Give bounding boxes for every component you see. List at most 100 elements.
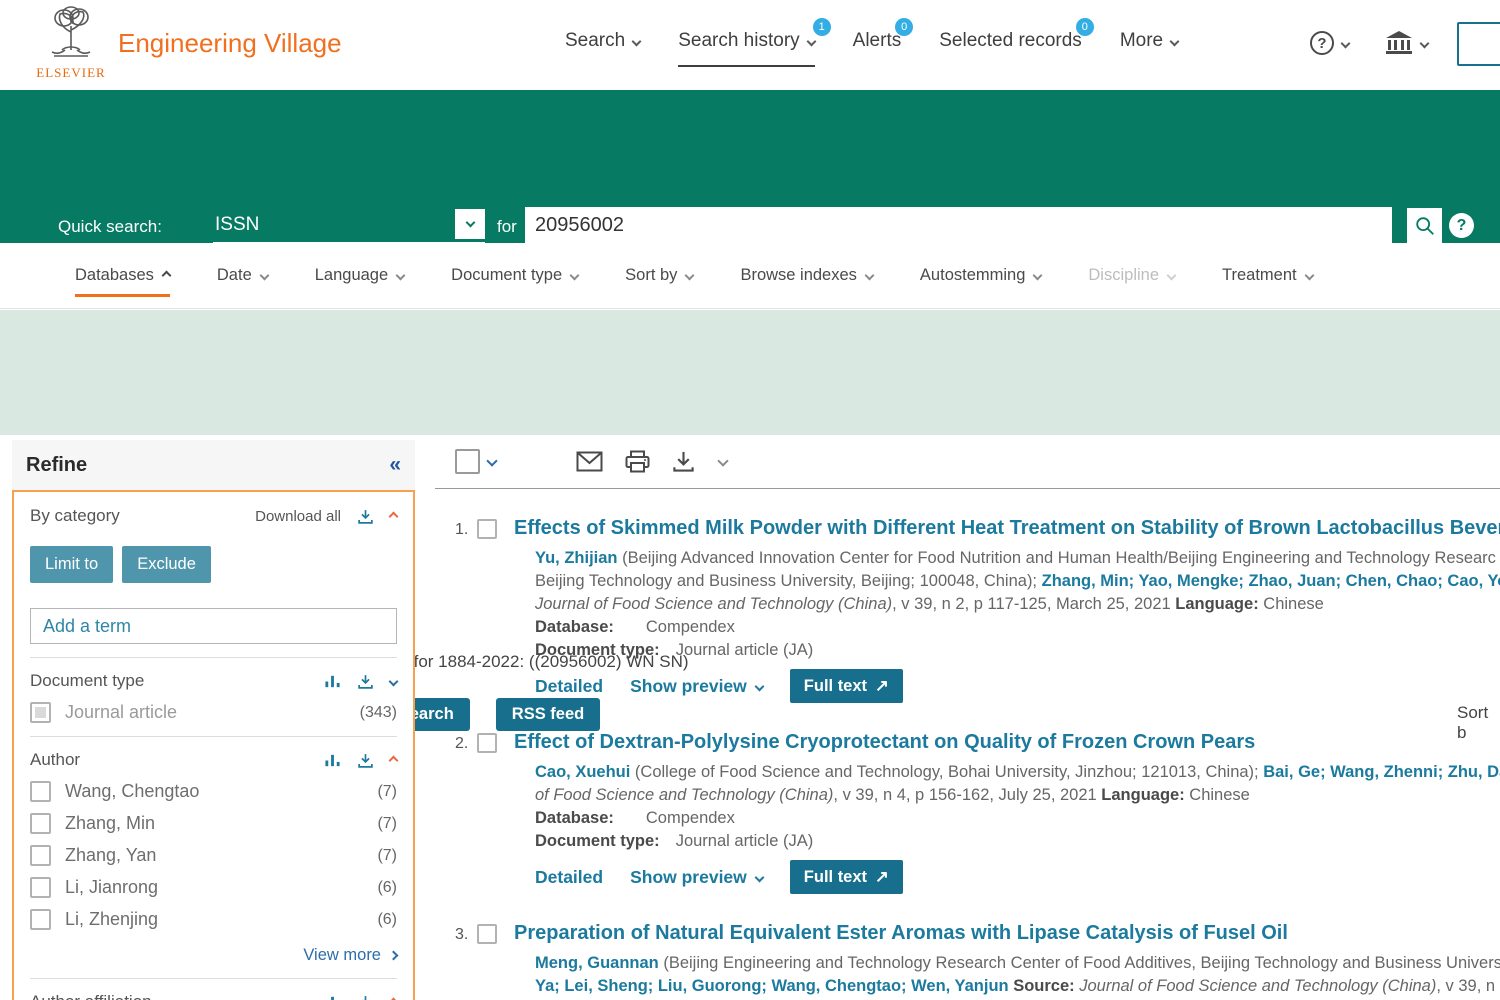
result-title-link[interactable]: Effects of Skimmed Milk Powder with Diff… bbox=[514, 517, 1500, 540]
chevron-up-icon[interactable] bbox=[389, 755, 399, 765]
exclude-button[interactable]: Exclude bbox=[122, 546, 211, 583]
elsevier-tree-icon bbox=[35, 6, 107, 64]
chevron-down-icon bbox=[465, 218, 475, 228]
download-icon[interactable] bbox=[357, 673, 374, 690]
result-item: 2. Effect of Dextran-Polylysine Cryoprot… bbox=[435, 731, 1500, 894]
chevron-down-icon bbox=[1341, 38, 1351, 48]
author-label: Author bbox=[30, 750, 80, 770]
elsevier-logo-caption: ELSEVIER bbox=[35, 65, 107, 81]
email-icon[interactable] bbox=[576, 451, 603, 472]
chevron-up-icon[interactable] bbox=[389, 511, 399, 521]
chevron-down-icon[interactable] bbox=[389, 676, 399, 686]
download-all-label[interactable]: Download all bbox=[255, 508, 341, 525]
tab-sort-by[interactable]: Sort by bbox=[625, 266, 693, 285]
view-more-link[interactable]: View more bbox=[30, 946, 397, 965]
collapse-sidebar-icon[interactable]: « bbox=[389, 453, 401, 477]
chevron-down-icon bbox=[685, 271, 695, 281]
for-label: for bbox=[497, 217, 517, 237]
full-text-button[interactable]: Full text↗ bbox=[790, 669, 903, 703]
filter-tabs: Databases Date Language Document type So… bbox=[0, 243, 1500, 309]
author-links[interactable]: Ya; Lei, Sheng; Liu, Guorong; Wang, Chen… bbox=[535, 977, 1013, 995]
facet-author: Wang, Chengtao (7) bbox=[30, 781, 397, 802]
tab-document-type[interactable]: Document type bbox=[451, 266, 578, 285]
author-checkbox[interactable] bbox=[30, 845, 51, 866]
download-icon[interactable] bbox=[357, 508, 374, 525]
chevron-down-icon bbox=[1170, 36, 1180, 46]
journal-name: Journal of Food Science and Technology (… bbox=[535, 595, 892, 613]
download-icon[interactable] bbox=[357, 994, 374, 1000]
search-button[interactable] bbox=[1407, 208, 1442, 243]
add-term-input[interactable] bbox=[30, 608, 397, 644]
nav-search-history[interactable]: Search history 1 bbox=[678, 30, 814, 67]
detailed-link[interactable]: Detailed bbox=[535, 867, 603, 888]
bar-chart-icon[interactable] bbox=[324, 673, 341, 690]
print-icon[interactable] bbox=[625, 450, 650, 473]
result-item: 3. Preparation of Natural Equivalent Est… bbox=[435, 922, 1500, 1000]
result-title-link[interactable]: Effect of Dextran-Polylysine Cryoprotect… bbox=[514, 731, 1500, 754]
header-utilities: ? bbox=[1310, 30, 1428, 56]
journal-article-checkbox bbox=[30, 702, 51, 723]
external-link-icon: ↗ bbox=[875, 676, 889, 696]
show-preview-link[interactable]: Show preview bbox=[630, 676, 763, 697]
nav-more[interactable]: More bbox=[1120, 30, 1178, 52]
app-title: Engineering Village bbox=[118, 28, 342, 59]
limit-to-button[interactable]: Limit to bbox=[30, 546, 113, 583]
result-title-link[interactable]: Preparation of Natural Equivalent Ester … bbox=[514, 922, 1500, 945]
nav-search[interactable]: Search bbox=[565, 30, 640, 52]
author-links[interactable]: Bai, Ge; Wang, Zhenni; Zhu, Dansh bbox=[1263, 763, 1500, 781]
select-dropdown-button[interactable] bbox=[455, 209, 485, 239]
chevron-down-icon[interactable] bbox=[717, 455, 728, 466]
institution-menu[interactable] bbox=[1385, 30, 1428, 56]
author-link[interactable]: Cao, Xuehui bbox=[535, 763, 630, 781]
nav-alerts[interactable]: Alerts 0 bbox=[853, 30, 902, 52]
result-checkbox[interactable] bbox=[477, 733, 497, 753]
elsevier-logo[interactable]: ELSEVIER bbox=[35, 6, 107, 84]
download-icon[interactable] bbox=[672, 450, 695, 473]
chevron-down-icon bbox=[570, 271, 580, 281]
chevron-down-icon bbox=[806, 36, 816, 46]
result-checkbox[interactable] bbox=[477, 924, 497, 944]
author-links[interactable]: Zhang, Min; Yao, Mengke; Zhao, Juan; Che… bbox=[1042, 572, 1500, 590]
select-all-checkbox[interactable] bbox=[455, 449, 480, 474]
document-type-section-header: Document type bbox=[30, 671, 397, 691]
tab-date[interactable]: Date bbox=[217, 266, 268, 285]
author-checkbox[interactable] bbox=[30, 781, 51, 802]
search-field-value: ISSN bbox=[215, 214, 259, 236]
bar-chart-icon[interactable] bbox=[324, 994, 341, 1000]
external-link-icon: ↗ bbox=[875, 867, 889, 887]
tab-treatment[interactable]: Treatment bbox=[1222, 266, 1313, 285]
refine-panel: By category Download all Limit to Exclud… bbox=[12, 490, 415, 1000]
result-checkbox[interactable] bbox=[477, 519, 497, 539]
sign-in-button[interactable] bbox=[1457, 22, 1500, 66]
author-link[interactable]: Meng, Guannan bbox=[535, 954, 659, 972]
alerts-badge: 0 bbox=[895, 18, 913, 36]
search-input[interactable] bbox=[525, 207, 1392, 244]
search-help-icon[interactable]: ? bbox=[1449, 213, 1474, 238]
tab-autostemming[interactable]: Autostemming bbox=[920, 266, 1041, 285]
full-text-button[interactable]: Full text↗ bbox=[790, 860, 903, 894]
limit-exclude-row: Limit to Exclude bbox=[30, 546, 397, 583]
results-list: 1. Effects of Skimmed Milk Powder with D… bbox=[435, 440, 1500, 1000]
author-link[interactable]: Yu, Zhijian bbox=[535, 549, 618, 567]
tab-browse-indexes[interactable]: Browse indexes bbox=[740, 266, 872, 285]
tab-language[interactable]: Language bbox=[315, 266, 404, 285]
bar-chart-icon[interactable] bbox=[324, 752, 341, 769]
bank-icon bbox=[1385, 30, 1413, 56]
result-number: 1. bbox=[455, 517, 477, 539]
download-icon[interactable] bbox=[357, 752, 374, 769]
help-menu[interactable]: ? bbox=[1310, 31, 1349, 55]
author-checkbox[interactable] bbox=[30, 877, 51, 898]
divider bbox=[30, 736, 397, 737]
author-checkbox[interactable] bbox=[30, 813, 51, 834]
refine-sidebar: Refine « By category Download all Limit … bbox=[12, 440, 415, 1000]
author-checkbox[interactable] bbox=[30, 909, 51, 930]
quick-search-label: Quick search: bbox=[58, 217, 162, 237]
search-field-select[interactable]: ISSN bbox=[213, 206, 485, 244]
detailed-link[interactable]: Detailed bbox=[535, 676, 603, 697]
nav-selected-records[interactable]: Selected records 0 bbox=[939, 30, 1082, 52]
result-number: 3. bbox=[455, 922, 477, 944]
search-icon bbox=[1414, 215, 1436, 237]
show-preview-link[interactable]: Show preview bbox=[630, 867, 763, 888]
chevron-down-icon[interactable] bbox=[486, 455, 497, 466]
tab-databases[interactable]: Databases bbox=[75, 266, 170, 297]
